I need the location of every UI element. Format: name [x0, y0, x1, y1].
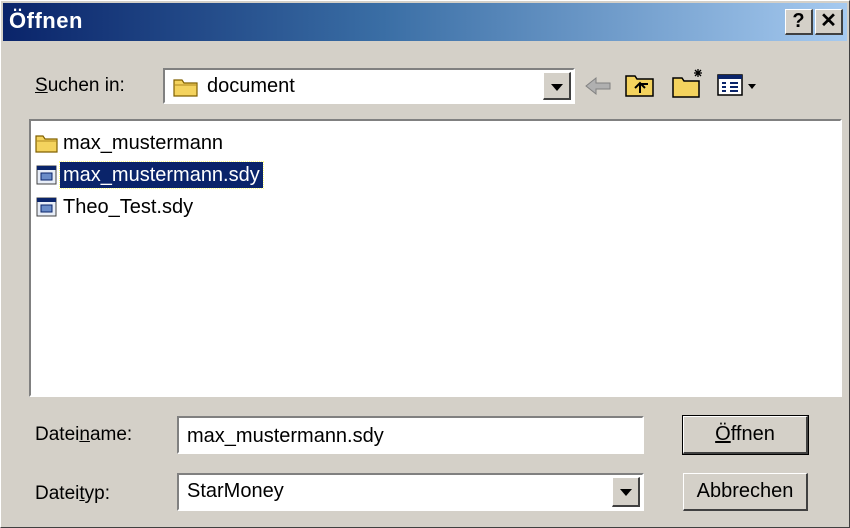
list-item[interactable]: max_mustermann.sdy [35, 161, 264, 189]
list-item[interactable]: Theo_Test.sdy [35, 193, 196, 221]
folder-icon [173, 79, 198, 97]
chevron-down-icon [620, 489, 632, 496]
lookin-value: document [207, 75, 295, 97]
filename-label-a: Datei [35, 424, 80, 445]
open-button-rest: ffnen [730, 423, 775, 445]
window-title: Öffnen [9, 8, 83, 33]
new-folder-icon[interactable] [671, 67, 707, 99]
sdy-file-icon [36, 197, 57, 217]
lookin-label-rest: uchen in: [47, 75, 125, 96]
lookin-combo[interactable]: document [163, 68, 575, 104]
filename-label-c: ame: [89, 424, 133, 445]
cancel-button[interactable]: Abbrechen [683, 473, 808, 511]
filetype-dropdown-button[interactable] [612, 477, 640, 507]
close-button[interactable]: ✕ [815, 9, 843, 35]
folder-icon [35, 135, 58, 153]
list-item[interactable]: max_mustermann [35, 129, 226, 157]
filename-input[interactable]: max_mustermann.sdy [177, 416, 644, 454]
file-name: max_mustermann.sdy [59, 161, 264, 189]
file-name: max_mustermann [63, 132, 224, 154]
filetype-label-a: Datei [35, 483, 80, 504]
lookin-label: Suchen in: [35, 75, 125, 96]
filename-label: Dateiname: [35, 424, 132, 446]
filetype-select[interactable]: StarMoney [177, 473, 644, 511]
open-button[interactable]: Öffnen [682, 415, 809, 455]
open-button-a: Ö [715, 423, 731, 445]
filename-label-b: n [79, 424, 90, 445]
file-name: Theo_Test.sdy [63, 196, 194, 218]
file-list[interactable]: max_mustermann max_mustermann.sdy Theo_T… [29, 119, 842, 397]
filetype-label-c: yp: [84, 483, 110, 504]
open-dialog: Öffnen ? ✕ Suchen in: document max_muste… [0, 0, 850, 528]
title-bar[interactable]: Öffnen ? ✕ [3, 3, 847, 41]
view-menu-icon[interactable] [716, 73, 766, 99]
filename-value: max_mustermann.sdy [187, 425, 384, 447]
lookin-dropdown-button[interactable] [543, 72, 571, 100]
chevron-down-icon [551, 84, 563, 91]
sdy-file-icon [36, 165, 57, 185]
back-arrow-icon[interactable] [583, 74, 613, 98]
help-button[interactable]: ? [785, 9, 813, 35]
filetype-label: Dateityp: [35, 483, 110, 505]
filetype-value: StarMoney [187, 480, 284, 502]
up-folder-icon[interactable] [624, 71, 656, 99]
